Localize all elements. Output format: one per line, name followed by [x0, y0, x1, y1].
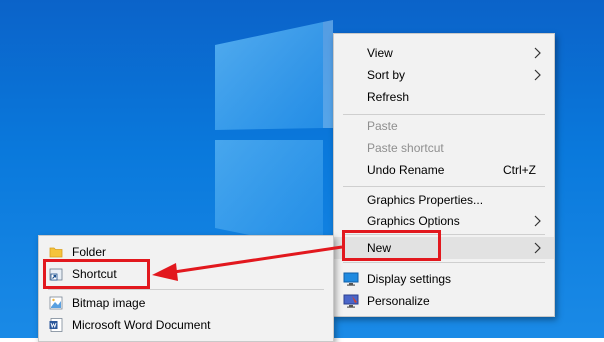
chevron-right-icon	[534, 47, 541, 59]
menu-separator	[343, 262, 545, 263]
desktop-context-menu: View Sort by Refresh Paste Paste shortcu…	[333, 33, 555, 317]
personalize-icon	[343, 294, 359, 308]
folder-icon	[49, 247, 63, 258]
menu-item-refresh[interactable]: Refresh	[334, 86, 554, 108]
menu-separator	[343, 234, 545, 235]
menu-item-view[interactable]: View	[334, 42, 554, 64]
chevron-right-icon	[534, 215, 541, 227]
submenu-item-folder[interactable]: Folder	[39, 241, 333, 263]
menu-item-sort-by[interactable]: Sort by	[334, 64, 554, 86]
menu-item-paste-shortcut: Paste shortcut	[367, 141, 444, 155]
chevron-right-icon	[534, 242, 541, 254]
bitmap-icon	[49, 296, 63, 310]
menu-separator	[48, 289, 324, 290]
shortcut-text: Ctrl+Z	[503, 163, 536, 177]
menu-separator	[343, 186, 545, 187]
chevron-right-icon	[534, 69, 541, 81]
submenu-item-word-document[interactable]: Microsoft Word Document	[39, 314, 333, 336]
menu-item-undo-rename[interactable]: Undo Rename Ctrl+Z	[334, 159, 554, 181]
menu-item-personalize[interactable]: Personalize	[334, 290, 554, 312]
submenu-item-bitmap-image[interactable]: Bitmap image	[39, 292, 333, 314]
menu-item-graphics-properties[interactable]: Graphics Properties...	[334, 189, 554, 211]
menu-item-paste: Paste	[367, 119, 398, 133]
new-submenu: Folder Shortcut Bitmap image Microsoft W…	[38, 235, 334, 342]
shortcut-icon	[49, 268, 63, 281]
menu-item-graphics-options[interactable]: Graphics Options	[334, 210, 554, 232]
word-document-icon	[49, 318, 63, 332]
display-icon	[343, 272, 359, 286]
menu-item-new[interactable]: New	[334, 237, 554, 259]
menu-item-display-settings[interactable]: Display settings	[334, 268, 554, 290]
submenu-item-shortcut[interactable]: Shortcut	[39, 263, 333, 285]
